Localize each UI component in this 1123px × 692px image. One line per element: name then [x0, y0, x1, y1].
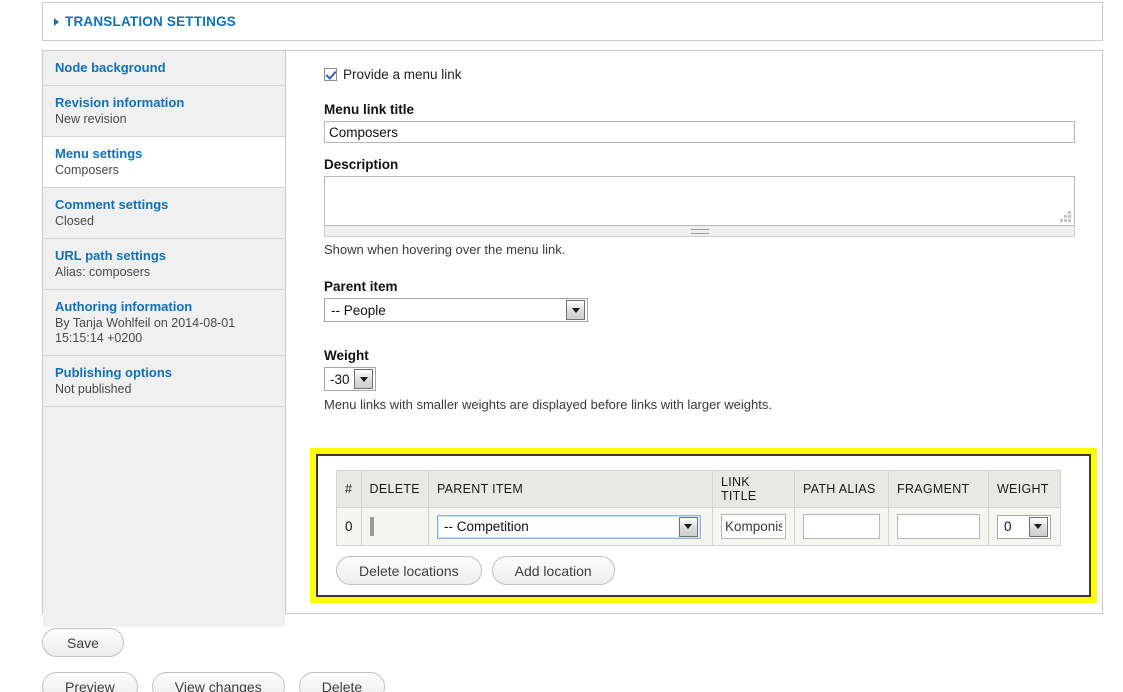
sidebar-item-publishing-options[interactable]: Publishing options Not published [43, 356, 285, 407]
description-label: Description [324, 157, 399, 172]
footer-secondary-actions: Preview View changes Delete [42, 672, 386, 692]
sidebar-item-summary: Closed [55, 214, 94, 228]
weight-note: Menu links with smaller weights are disp… [324, 397, 772, 412]
chevron-down-icon[interactable] [678, 516, 698, 537]
sidebar-item-title: Publishing options [55, 365, 172, 380]
sidebar-item-summary: Alias: composers [55, 265, 151, 279]
menu-link-title-label: Menu link title [324, 102, 415, 117]
locations-table-body: 0 -- Competition Komponiste 0 [336, 507, 1061, 546]
vertical-tabs-list: Node background Revision information New… [43, 51, 286, 627]
sidebar-item-node-background[interactable]: Node background [43, 51, 285, 86]
translation-settings-fieldset[interactable]: TRANSLATION SETTINGS [42, 2, 1103, 41]
vertical-tabs-filler [43, 407, 285, 627]
row-weight-value: 0 [1003, 519, 1012, 534]
weight-field: Weight -30 Menu links with smaller weigh… [324, 348, 1080, 412]
row-parent-cell: -- Competition [427, 507, 713, 546]
table-header-row: # DELETE PARENT ITEM LINK TITLE PATH ALI… [336, 470, 1061, 508]
textarea-drag-handle[interactable] [324, 226, 1075, 237]
preview-button[interactable]: Preview [42, 672, 138, 692]
translation-settings-header[interactable]: TRANSLATION SETTINGS [43, 3, 1102, 40]
sidebar-item-summary: New revision [55, 112, 127, 126]
sidebar-item-summary: Not published [55, 382, 132, 396]
row-parent-item-value: -- Competition [443, 519, 529, 534]
table-row: 0 -- Competition Komponiste 0 [336, 507, 1061, 546]
parent-item-field: Parent item -- People [324, 279, 1080, 322]
row-link-title-input[interactable] [720, 514, 786, 539]
description-note: Shown when hovering over the menu link. [324, 242, 566, 257]
view-changes-button[interactable]: View changes [151, 672, 285, 692]
row-fragment-input[interactable] [896, 514, 980, 539]
locations-highlight-box: # DELETE PARENT ITEM LINK TITLE PATH ALI… [310, 448, 1097, 603]
column-header-num: # [336, 470, 362, 508]
menu-link-title-field: Menu link title [324, 102, 1080, 143]
locations-table-head: # DELETE PARENT ITEM LINK TITLE PATH ALI… [336, 470, 1061, 508]
row-delete-checkbox[interactable] [369, 517, 374, 536]
sidebar-item-title: Menu settings [55, 146, 143, 161]
provide-menu-link-checkbox[interactable] [324, 68, 337, 81]
sidebar-item-revision-information[interactable]: Revision information New revision [43, 86, 285, 137]
save-button[interactable]: Save [42, 628, 124, 657]
weight-label: Weight [324, 348, 369, 363]
row-fragment-cell [887, 507, 989, 546]
sidebar-item-title: URL path settings [55, 248, 166, 263]
locations-actions: Delete locations Add location [336, 556, 615, 585]
sidebar-item-title: Authoring information [55, 299, 193, 314]
page-root: TRANSLATION SETTINGS Node background Rev… [0, 0, 1123, 692]
locations-table: # DELETE PARENT ITEM LINK TITLE PATH ALI… [336, 470, 1061, 546]
weight-selected-value: -30 [330, 371, 350, 387]
locations-highlight-inner: # DELETE PARENT ITEM LINK TITLE PATH ALI… [316, 454, 1091, 597]
parent-item-selected-value: -- People [331, 302, 386, 318]
provide-menu-link-label: Provide a menu link [343, 67, 462, 82]
delete-button[interactable]: Delete [298, 672, 386, 692]
row-parent-item-select[interactable]: -- Competition [436, 514, 701, 539]
column-header-fragment: FRAGMENT [887, 470, 989, 508]
column-header-delete: DELETE [360, 470, 429, 508]
column-header-alias: PATH ALIAS [793, 470, 889, 508]
row-number: 0 [336, 507, 362, 546]
description-field: Description Shown when hovering over the… [324, 157, 1080, 257]
sidebar-item-summary: By Tanja Wohlfeil on 2014-08-01 15:15:14… [55, 316, 236, 345]
sidebar-item-title: Revision information [55, 95, 185, 110]
chevron-down-icon[interactable] [566, 300, 585, 320]
sidebar-item-url-path-settings[interactable]: URL path settings Alias: composers [43, 239, 285, 290]
row-link-title-cell [711, 507, 795, 546]
column-header-link: LINK TITLE [711, 470, 795, 508]
description-textarea[interactable] [324, 176, 1075, 226]
sidebar-item-menu-settings[interactable]: Menu settings Composers [43, 137, 285, 188]
sidebar-item-authoring-information[interactable]: Authoring information By Tanja Wohlfeil … [43, 290, 285, 356]
weight-select[interactable]: -30 [324, 367, 376, 391]
row-path-alias-cell [793, 507, 889, 546]
sidebar-item-title: Comment settings [55, 197, 169, 212]
chevron-down-icon[interactable] [1028, 516, 1048, 537]
row-delete-cell[interactable] [360, 507, 429, 546]
footer-primary-actions: Save [42, 628, 124, 657]
row-weight-cell: 0 [987, 507, 1061, 546]
parent-item-label: Parent item [324, 279, 398, 294]
row-weight-select[interactable]: 0 [996, 514, 1051, 539]
parent-item-select[interactable]: -- People [324, 298, 588, 322]
add-location-button[interactable]: Add location [491, 556, 615, 585]
triangle-right-icon [54, 17, 59, 26]
resize-grip-icon[interactable] [1059, 210, 1071, 222]
provide-menu-link-row[interactable]: Provide a menu link [324, 67, 1080, 82]
chevron-down-icon[interactable] [354, 369, 373, 389]
menu-link-title-input[interactable] [324, 121, 1075, 143]
delete-locations-button[interactable]: Delete locations [336, 556, 482, 585]
translation-settings-title: TRANSLATION SETTINGS [65, 14, 236, 29]
sidebar-item-title: Node background [55, 60, 166, 75]
sidebar-item-comment-settings[interactable]: Comment settings Closed [43, 188, 285, 239]
column-header-weight: WEIGHT [987, 470, 1061, 508]
sidebar-item-summary: Composers [55, 163, 119, 177]
description-textarea-wrap [324, 176, 1075, 237]
column-header-parent: PARENT ITEM [427, 470, 713, 508]
row-path-alias-input[interactable] [802, 514, 880, 539]
